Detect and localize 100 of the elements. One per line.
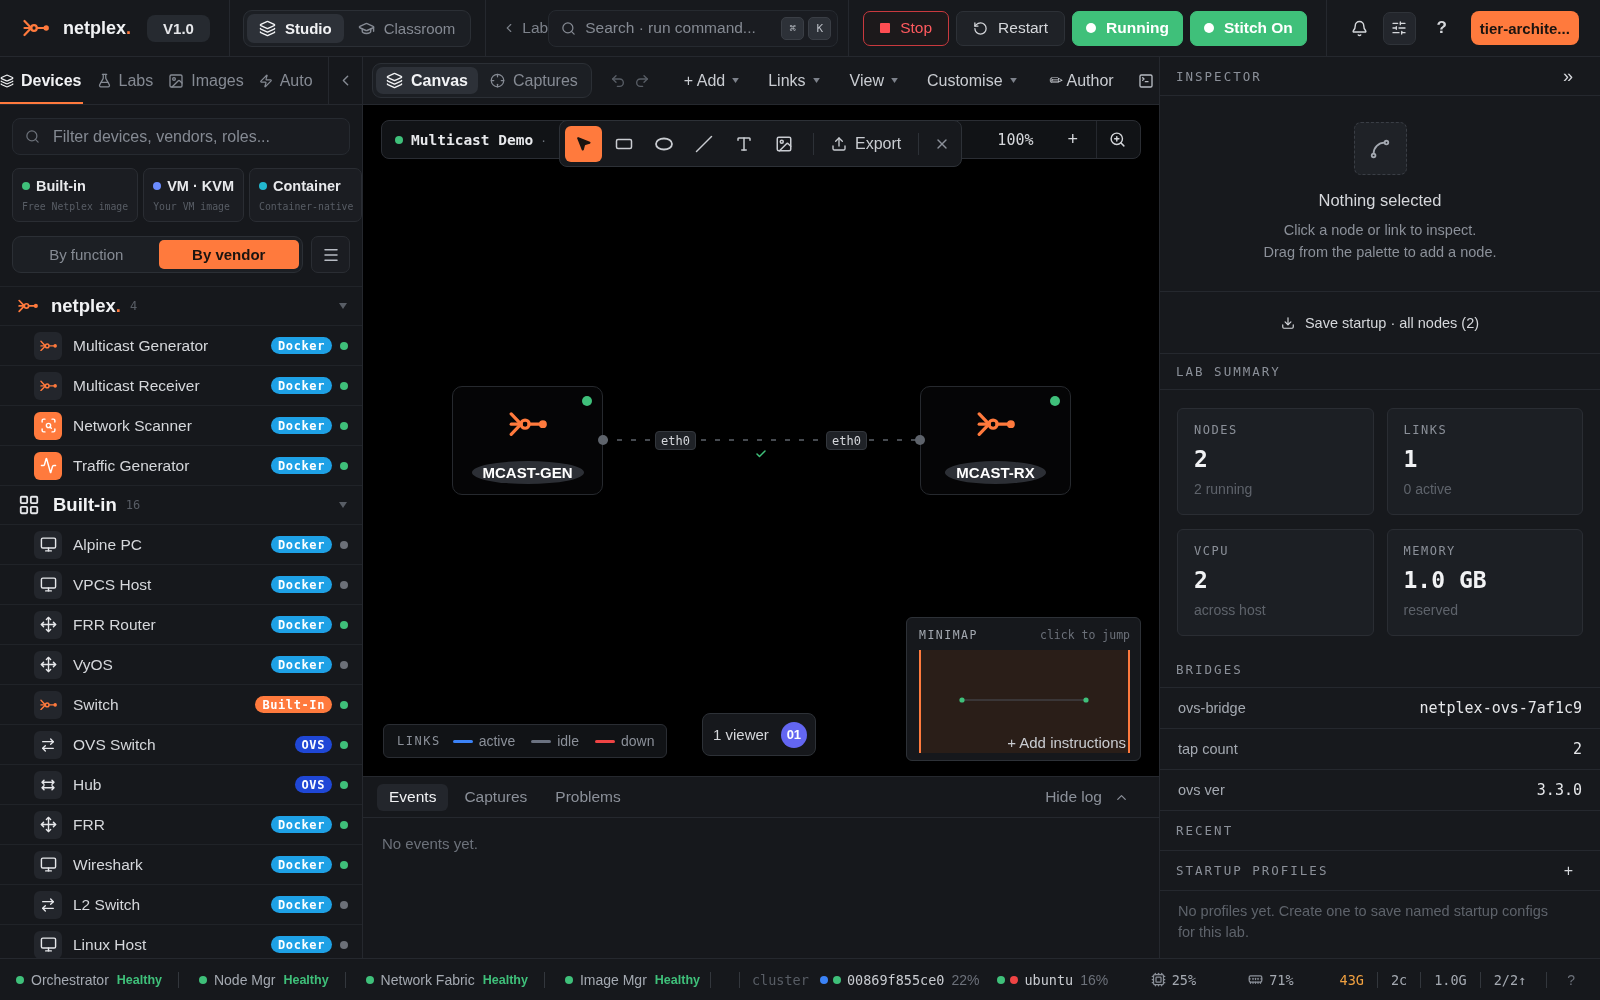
node-card[interactable]: MCAST-GEN bbox=[452, 386, 603, 495]
save-startup-button[interactable]: Save startup · all nodes (2) bbox=[1280, 314, 1480, 331]
metric-value: 71% bbox=[1248, 971, 1294, 988]
caret-icon[interactable] bbox=[339, 502, 347, 508]
view-tab[interactable]: Captures bbox=[479, 67, 588, 94]
sidebar-tab[interactable]: Images bbox=[168, 57, 245, 104]
zoom-fit-button[interactable] bbox=[1109, 131, 1126, 148]
source-card[interactable]: VM · KVM Your VM image bbox=[143, 168, 245, 222]
type-badge: Docker bbox=[271, 337, 332, 354]
log-tab[interactable]: Events bbox=[377, 783, 449, 811]
user-button[interactable]: tier-archite... bbox=[1470, 11, 1579, 45]
device-name[interactable]: Linux Host bbox=[73, 935, 147, 954]
logo-icon bbox=[34, 690, 62, 719]
monitor-icon bbox=[34, 570, 62, 599]
magnifier-icon bbox=[34, 411, 62, 440]
type-badge: Built-In bbox=[255, 696, 332, 713]
settings-button[interactable] bbox=[1382, 11, 1416, 45]
brand-name: netplex. bbox=[63, 17, 132, 39]
device-name[interactable]: Traffic Generator bbox=[73, 456, 190, 475]
stat-note: across host bbox=[1194, 602, 1267, 618]
host-load: 22% bbox=[951, 971, 980, 988]
type-badge: Docker bbox=[271, 417, 332, 434]
legend-label: idle bbox=[557, 733, 579, 749]
empty-title: Nothing selected bbox=[1318, 191, 1442, 210]
device-name[interactable]: VPCS Host bbox=[73, 575, 152, 594]
device-name[interactable]: Alpine PC bbox=[73, 535, 142, 554]
property-value: 3.3.0 bbox=[1536, 781, 1582, 799]
monitor-icon bbox=[34, 850, 62, 879]
menu-button[interactable]: View bbox=[849, 71, 898, 90]
device-name[interactable]: Multicast Generator bbox=[73, 336, 209, 355]
node-card[interactable]: MCAST-RX bbox=[920, 386, 1071, 495]
device-name[interactable]: Switch bbox=[73, 695, 119, 714]
export-button[interactable]: Export bbox=[825, 134, 908, 153]
log-tab[interactable]: Captures bbox=[452, 783, 540, 811]
port-icon[interactable] bbox=[915, 435, 925, 445]
type-badge: OVS bbox=[294, 776, 332, 793]
sidebar-tab[interactable]: Labs bbox=[96, 57, 155, 104]
restart-icon bbox=[973, 20, 989, 36]
device-name[interactable]: Network Scanner bbox=[73, 416, 192, 435]
device-name[interactable]: L2 Switch bbox=[73, 895, 141, 914]
port-icon[interactable] bbox=[598, 435, 608, 445]
type-badge: Docker bbox=[271, 856, 332, 873]
zoom-icon bbox=[1109, 131, 1126, 148]
zoom-level: 100% bbox=[997, 130, 1034, 149]
mode-tab[interactable]: Studio bbox=[247, 13, 344, 43]
port-label: eth0 bbox=[826, 431, 867, 450]
lab-tab[interactable]: Lab bbox=[502, 19, 549, 37]
source-card[interactable]: Built-in Free Netplex image bbox=[12, 168, 139, 222]
source-card[interactable]: Container Container-native bbox=[249, 168, 362, 222]
device-name[interactable]: Hub bbox=[73, 775, 102, 794]
grouping-tab[interactable]: By function bbox=[16, 240, 157, 269]
filter-field[interactable]: Filter devices, vendors, roles... bbox=[12, 118, 350, 155]
caret-icon[interactable] bbox=[339, 303, 347, 309]
empty-hint: Drag from the palette to add a node. bbox=[1263, 244, 1497, 260]
logo-icon bbox=[34, 331, 62, 360]
node-label: MCAST-GEN bbox=[471, 461, 584, 485]
help-button[interactable]: ? bbox=[1424, 11, 1459, 45]
ellipse-icon bbox=[654, 136, 673, 151]
legend-label: active bbox=[478, 733, 516, 749]
terminal-icon bbox=[1137, 72, 1154, 89]
device-name[interactable]: Multicast Receiver bbox=[73, 376, 200, 395]
type-badge: Docker bbox=[271, 816, 332, 833]
add-instructions-link[interactable]: + Add instructions bbox=[1007, 734, 1126, 751]
section-title: RECENT bbox=[1176, 823, 1234, 838]
add-profile-button[interactable]: + bbox=[1563, 861, 1573, 880]
menu-button[interactable]: ✏ Author bbox=[1049, 71, 1114, 90]
service-status: Healthy bbox=[283, 972, 329, 987]
device-name[interactable]: FRR bbox=[73, 815, 105, 834]
device-name[interactable]: VyOS bbox=[73, 655, 113, 674]
help-button[interactable]: ? bbox=[1567, 971, 1575, 988]
collapse-button[interactable]: » bbox=[1563, 65, 1573, 87]
list-options-button[interactable] bbox=[311, 236, 350, 273]
device-name[interactable]: OVS Switch bbox=[73, 735, 156, 754]
tool-button[interactable] bbox=[565, 125, 602, 162]
view-tab[interactable]: Canvas bbox=[376, 67, 478, 94]
menu-button[interactable]: Links bbox=[768, 71, 820, 90]
mode-tab[interactable]: Classroom bbox=[345, 13, 468, 43]
service-status: Healthy bbox=[482, 972, 528, 987]
service-name: Node Mgr bbox=[213, 971, 276, 988]
menu-button[interactable]: Customise bbox=[926, 71, 1017, 90]
stop-button[interactable]: Stop bbox=[863, 10, 950, 46]
empty-message: No profiles yet. Create one to save named startup configs for this lab. bbox=[1177, 902, 1549, 942]
minimap-panel[interactable]: MINIMAP click to jump + Add instructions bbox=[906, 617, 1141, 761]
line-icon bbox=[694, 134, 713, 153]
device-name[interactable]: FRR Router bbox=[73, 615, 156, 634]
metric-value: 2c bbox=[1390, 971, 1408, 988]
status-dot-icon bbox=[1203, 23, 1214, 33]
legend-title: LINKS bbox=[397, 734, 441, 748]
layers-icon bbox=[259, 19, 276, 37]
sidebar-tab[interactable]: Devices bbox=[0, 57, 83, 104]
sidebar-tab[interactable]: Auto bbox=[258, 57, 314, 104]
device-name[interactable]: Wireshark bbox=[73, 855, 143, 874]
zoom-in-button[interactable]: + bbox=[1063, 129, 1082, 150]
menu-button[interactable]: + Add bbox=[683, 71, 740, 90]
grouping-tab[interactable]: By vendor bbox=[158, 240, 299, 269]
restart-button[interactable]: Restart bbox=[956, 10, 1066, 46]
metric-value: 2/2↑ bbox=[1493, 971, 1527, 988]
log-tab[interactable]: Problems bbox=[543, 783, 633, 811]
pulse-icon bbox=[34, 451, 62, 480]
hide-log-button[interactable]: Hide log bbox=[1045, 788, 1129, 806]
